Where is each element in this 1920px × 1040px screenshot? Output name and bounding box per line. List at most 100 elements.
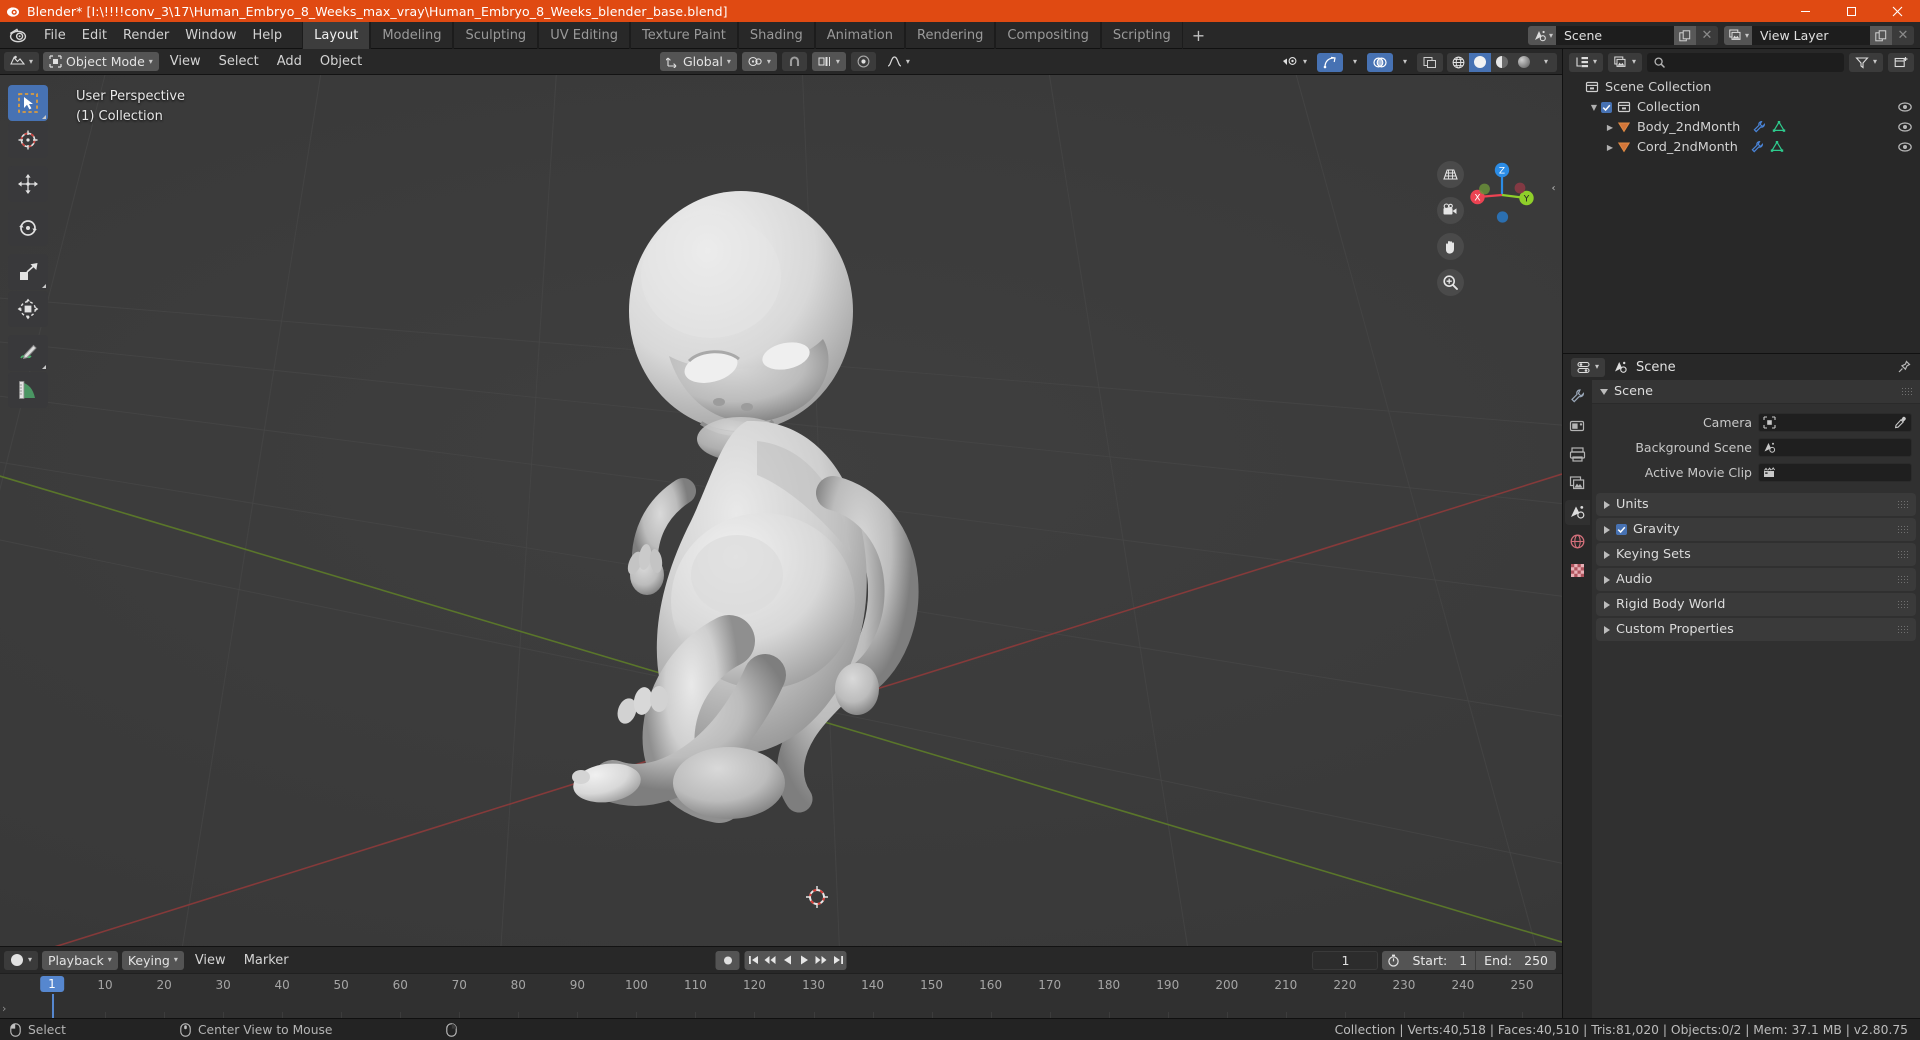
tab-rendering[interactable]: Rendering (905, 21, 996, 49)
3d-viewport[interactable]: User Perspective (1) Collection Z X Y ‹ (0, 75, 1562, 946)
menu-help[interactable]: Help (245, 25, 291, 46)
shading-wireframe-button[interactable] (1447, 53, 1469, 72)
toggle-perspective-button[interactable] (1437, 161, 1464, 188)
viewlayer-copy-button[interactable] (1870, 26, 1892, 45)
overlays-options-dropdown[interactable]: ▾ (1397, 53, 1413, 72)
shading-solid-button[interactable] (1469, 52, 1491, 72)
outliner-filter-id-selector[interactable]: ▾ (1608, 52, 1643, 72)
tab-sculpting[interactable]: Sculpting (453, 21, 539, 49)
timeline-menu-marker[interactable]: Marker (237, 951, 296, 970)
mesh-data-icon[interactable] (1770, 140, 1784, 154)
panel-header-scene[interactable]: Scene (1592, 380, 1920, 404)
modifier-wrench-icon[interactable] (1750, 140, 1764, 154)
timeline-playhead-line[interactable] (51, 994, 54, 1018)
frame-start-field[interactable]: Start: 1 (1404, 950, 1476, 970)
menu-edit[interactable]: Edit (74, 25, 115, 46)
add-workspace-button[interactable]: + (1183, 22, 1214, 49)
snap-toggle[interactable] (781, 52, 807, 71)
minimize-button[interactable] (1782, 0, 1828, 22)
outliner-search-box[interactable] (1647, 52, 1844, 72)
expand-triangle-right-icon[interactable]: ▶ (1603, 123, 1617, 132)
overlays-toggle[interactable] (1366, 52, 1393, 72)
viewlayer-name-field[interactable]: View Layer (1752, 26, 1870, 45)
mesh-data-icon[interactable] (1772, 120, 1786, 134)
next-keyframe-button[interactable] (813, 951, 830, 970)
properties-tab-tool[interactable] (1565, 384, 1590, 409)
properties-tab-output[interactable] (1565, 442, 1590, 467)
shading-options-dropdown[interactable]: ▾ (1535, 53, 1557, 72)
maximize-button[interactable] (1828, 0, 1874, 22)
editor-type-selector[interactable]: ▾ (4, 52, 40, 71)
tool-move[interactable] (8, 166, 48, 202)
properties-tab-render[interactable] (1565, 413, 1590, 438)
properties-tab-viewlayer[interactable] (1565, 471, 1590, 496)
outliner-filter-button[interactable]: ▾ (1848, 52, 1883, 72)
play-reverse-button[interactable] (779, 951, 796, 970)
transform-orientation-selector[interactable]: Global ▾ (660, 52, 737, 71)
blender-menu-icon[interactable] (8, 25, 28, 45)
panel-header-units[interactable]: Units (1596, 493, 1916, 516)
xray-toggle[interactable] (1417, 52, 1443, 72)
viewport-menu-add[interactable]: Add (270, 52, 309, 71)
properties-editor-type-selector[interactable]: ▾ (1571, 357, 1606, 377)
object-visibility-selector[interactable]: ▾ (1276, 53, 1313, 72)
timeline-ruler[interactable]: › 10 20 30 40 50 60 70 80 90 100 110 120 130 140 150 16… (0, 973, 1562, 1018)
viewport-menu-view[interactable]: View (163, 52, 208, 71)
tab-animation[interactable]: Animation (814, 21, 905, 49)
menu-file[interactable]: File (36, 25, 74, 46)
proportional-falloff-selector[interactable]: ▾ (881, 52, 916, 71)
scene-name-field[interactable]: Scene (1555, 26, 1674, 45)
close-button[interactable] (1874, 0, 1920, 22)
menu-window[interactable]: Window (177, 25, 244, 46)
auto-keying-button[interactable] (715, 950, 740, 970)
current-frame-field[interactable]: 1 (1312, 950, 1379, 970)
tool-transform[interactable] (8, 291, 48, 327)
gizmo-toggle[interactable] (1316, 52, 1343, 72)
viewlayer-browse-button[interactable]: ▾ (1723, 26, 1752, 45)
timeline-playhead-indicator[interactable]: 1 (40, 976, 64, 992)
interaction-mode-selector[interactable]: Object Mode ▾ (43, 52, 159, 71)
expand-triangle-down-icon[interactable]: ▼ (1587, 103, 1601, 112)
timeline-channels-toggle[interactable]: › (2, 1002, 6, 1015)
play-button[interactable] (796, 951, 813, 970)
visibility-eye-icon[interactable] (1898, 100, 1912, 114)
viewport-axis-gizmo[interactable]: Z X Y (1464, 157, 1540, 233)
viewlayer-delete-button[interactable]: ✕ (1892, 26, 1914, 45)
visibility-eye-icon[interactable] (1898, 140, 1912, 154)
eyedropper-icon[interactable] (1894, 416, 1907, 429)
panel-header-custom-properties[interactable]: Custom Properties (1596, 618, 1916, 641)
jump-to-end-button[interactable] (830, 951, 847, 970)
pan-view-button[interactable] (1437, 233, 1464, 260)
input-background-scene[interactable] (1758, 437, 1912, 457)
timeline-editor-type-selector[interactable]: ▾ (4, 950, 39, 970)
viewport-menu-select[interactable]: Select (212, 52, 266, 71)
frame-end-field[interactable]: End: 250 (1475, 950, 1556, 970)
panel-header-gravity[interactable]: Gravity (1596, 518, 1916, 541)
snap-target-selector[interactable]: ▾ (811, 52, 846, 71)
expand-triangle-right-icon[interactable]: ▶ (1603, 143, 1617, 152)
tab-layout[interactable]: Layout (302, 21, 371, 49)
visibility-eye-icon[interactable] (1898, 120, 1912, 134)
tool-scale[interactable] (8, 254, 48, 290)
viewport-sidebar-toggle[interactable]: ‹ (1547, 175, 1560, 201)
outliner-row-scene-collection[interactable]: Scene Collection (1563, 77, 1920, 97)
proportional-editing-toggle[interactable] (850, 52, 876, 71)
tab-uv-editing[interactable]: UV Editing (538, 21, 631, 49)
tool-rotate[interactable] (8, 210, 48, 246)
input-active-movie-clip[interactable] (1758, 462, 1912, 482)
menu-render[interactable]: Render (115, 25, 177, 46)
pivot-point-selector[interactable]: ▾ (741, 52, 777, 71)
tab-compositing[interactable]: Compositing (995, 21, 1101, 49)
pin-icon[interactable] (1897, 360, 1911, 374)
panel-header-rigid-body-world[interactable]: Rigid Body World (1596, 593, 1916, 616)
outliner-row-collection[interactable]: ▼ Collection (1563, 97, 1920, 117)
outliner-tree[interactable]: Scene Collection ▼ Collection ▶ Body_2ndMont… (1563, 75, 1920, 353)
tab-shading[interactable]: Shading (737, 21, 815, 49)
modifier-wrench-icon[interactable] (1752, 120, 1766, 134)
new-collection-button[interactable] (1888, 52, 1914, 72)
panel-header-keying-sets[interactable]: Keying Sets (1596, 543, 1916, 566)
shading-material-preview-button[interactable] (1491, 53, 1513, 72)
gravity-checkbox[interactable] (1616, 524, 1627, 535)
scene-selector[interactable]: ▾ Scene ✕ (1527, 26, 1718, 45)
gizmo-options-dropdown[interactable]: ▾ (1347, 53, 1363, 72)
